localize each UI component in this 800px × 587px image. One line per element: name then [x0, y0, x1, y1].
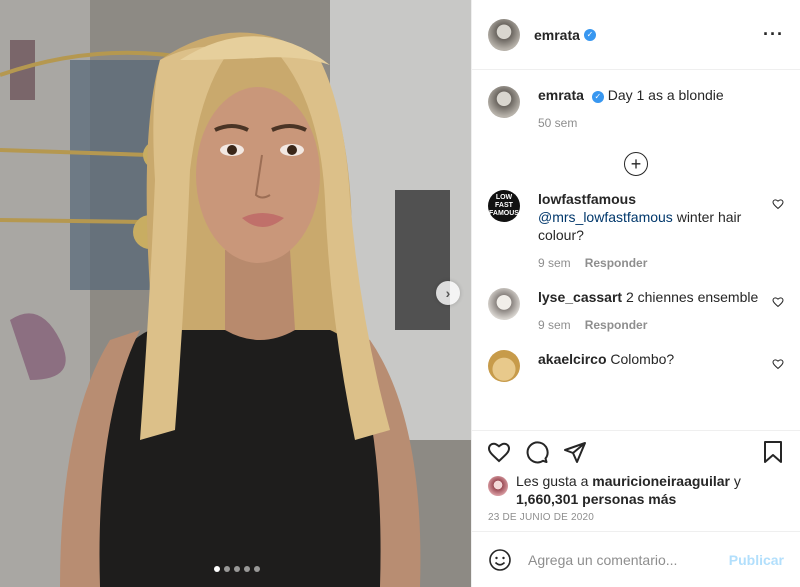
post-header: emrata ✓ ··· — [472, 0, 800, 70]
commenter-avatar[interactable] — [488, 288, 520, 320]
post-sidebar: emrata ✓ ··· emrata ✓ Day 1 as a blondie… — [471, 0, 800, 587]
carousel-dot — [224, 566, 230, 572]
commenter-avatar[interactable] — [488, 350, 520, 382]
heart-icon[interactable] — [772, 296, 784, 308]
publish-button[interactable]: Publicar — [729, 552, 784, 568]
liker-avatar[interactable] — [488, 476, 508, 496]
comment-item: LOW FAST FAMOUS lowfastfamous @mrs_lowfa… — [488, 190, 784, 270]
comments-section[interactable]: emrata ✓ Day 1 as a blondie 50 sem + LOW… — [472, 70, 800, 430]
verified-badge-icon: ✓ — [591, 91, 604, 103]
reply-button[interactable]: Responder — [585, 318, 648, 332]
comment-time: 9 sem — [538, 318, 571, 332]
comment-text: lowfastfamous @mrs_lowfastfamous winter … — [538, 190, 768, 244]
comment-meta: 9 sem Responder — [538, 256, 768, 270]
likes-count[interactable]: 1,660,301 personas más — [516, 491, 676, 507]
caption-time: 50 sem — [538, 116, 578, 130]
comment-icon[interactable] — [525, 440, 549, 464]
comment-body: Colombo? — [610, 351, 675, 367]
comment-item: akaelcirco Colombo? — [488, 350, 784, 382]
likes-joiner: y — [733, 473, 741, 489]
heart-icon[interactable] — [487, 440, 511, 464]
carousel-dot — [214, 566, 220, 572]
commenter-avatar[interactable]: LOW FAST FAMOUS — [488, 190, 520, 222]
caption-row: emrata ✓ Day 1 as a blondie 50 sem — [488, 86, 784, 130]
heart-icon[interactable] — [772, 198, 784, 210]
liker-username[interactable]: mauricioneiraaguilar — [592, 473, 730, 489]
likes-text: Les gusta a mauricioneiraaguilar y 1,660… — [516, 472, 741, 508]
comment-input[interactable] — [528, 551, 729, 568]
photo-illustration — [0, 0, 471, 587]
comment-username[interactable]: lowfastfamous — [538, 191, 636, 207]
carousel-dot — [234, 566, 240, 572]
caption-text: emrata ✓ Day 1 as a blondie — [538, 86, 768, 104]
caption-avatar[interactable] — [488, 86, 520, 118]
post-photo[interactable]: › — [0, 0, 471, 587]
verified-badge-icon: ✓ — [583, 28, 596, 41]
post-actions — [472, 430, 800, 472]
bookmark-icon[interactable] — [761, 440, 785, 464]
emoji-icon[interactable] — [488, 548, 512, 572]
comment-time: 9 sem — [538, 256, 571, 270]
carousel-dot — [244, 566, 250, 572]
comment-text: lyse_cassart 2 chiennes ensemble — [538, 288, 768, 306]
add-comment-bar: Publicar — [472, 531, 800, 587]
post-date[interactable]: 23 DE JUNIO DE 2020 — [472, 512, 800, 531]
comment-mention[interactable]: @mrs_lowfastfamous — [538, 209, 673, 225]
chevron-right-icon: › — [445, 285, 451, 301]
avatar-logo-text: FAMOUS — [489, 210, 519, 217]
caption-meta: 50 sem — [538, 116, 768, 130]
more-options-icon[interactable]: ··· — [763, 24, 784, 45]
reply-button[interactable]: Responder — [585, 256, 648, 270]
avatar-logo-text: LOW — [495, 194, 513, 201]
instagram-post: › emrata ✓ ··· emrata ✓ Day 1 as a blond… — [0, 0, 800, 587]
caption-body: Day 1 as a blondie — [607, 87, 724, 103]
comment-item: lyse_cassart 2 chiennes ensemble 9 sem R… — [488, 288, 784, 332]
author-username[interactable]: emrata — [534, 27, 580, 43]
plus-circle-icon: + — [630, 154, 642, 174]
load-more-comments-button[interactable]: + — [624, 152, 648, 176]
likes-summary: Les gusta a mauricioneiraaguilar y 1,660… — [472, 472, 800, 512]
comment-body: 2 chiennes ensemble — [625, 289, 759, 305]
avatar-logo-text: FAST — [495, 202, 513, 209]
author-avatar[interactable] — [488, 18, 520, 51]
comment-text: akaelcirco Colombo? — [538, 350, 768, 368]
caption-username[interactable]: emrata — [538, 87, 584, 103]
comment-username[interactable]: akaelcirco — [538, 351, 607, 367]
comment-meta: 9 sem Responder — [538, 318, 768, 332]
heart-icon[interactable] — [772, 358, 784, 370]
comment-username[interactable]: lyse_cassart — [538, 289, 622, 305]
likes-prefix: Les gusta a — [516, 473, 589, 489]
carousel-indicator — [214, 566, 260, 572]
carousel-dot — [254, 566, 260, 572]
share-icon[interactable] — [563, 440, 587, 464]
next-photo-button[interactable]: › — [436, 281, 460, 305]
